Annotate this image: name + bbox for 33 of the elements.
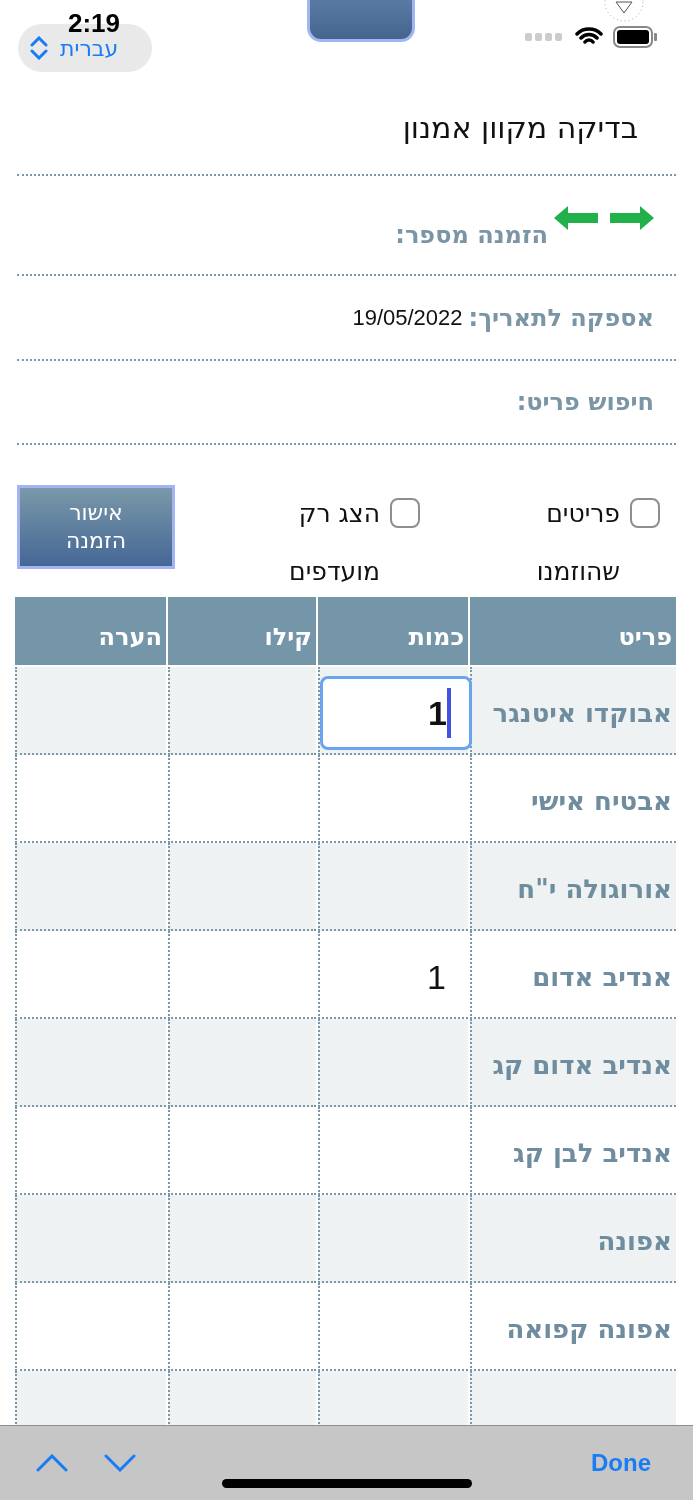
chevron-updown-icon xyxy=(30,36,48,60)
delivery-date-value: 19/05/2022 xyxy=(352,304,463,331)
column-header: הערה xyxy=(15,597,166,665)
chevron-up-icon xyxy=(36,1454,68,1472)
quantity-input[interactable]: 1 xyxy=(320,676,472,750)
item-cell: אנדיב אדום xyxy=(470,931,676,1019)
item-cell: אפונה קפואה xyxy=(470,1283,676,1371)
item-cell: אנדיב אדום קג xyxy=(470,1019,676,1107)
item-cell: אנדיב לבן קג xyxy=(470,1107,676,1195)
orders-button[interactable] xyxy=(307,0,415,42)
column-header: קילו xyxy=(168,597,316,665)
column-header: כמות xyxy=(318,597,468,665)
item-cell: אבוקדו איטנגר xyxy=(470,667,676,755)
filter-label: פריטים שהוזמנו xyxy=(535,498,620,588)
order-number-label: הזמנה מספר: xyxy=(395,221,548,249)
left-right-arrows-icon xyxy=(554,204,654,232)
checkbox[interactable] xyxy=(390,498,420,528)
column-header: פריט xyxy=(470,597,676,665)
checkbox[interactable] xyxy=(630,498,660,528)
chevron-down-icon xyxy=(104,1454,136,1472)
item-cell: אפונה xyxy=(470,1195,676,1283)
battery-icon xyxy=(613,26,657,48)
confirm-order-button[interactable]: אישור הזמנה xyxy=(17,485,175,569)
quantity-value: 1 xyxy=(427,957,447,997)
wifi-icon xyxy=(575,27,603,47)
diamond-logo-icon xyxy=(603,0,645,22)
delivery-date-label: אספקה לתאריך: xyxy=(468,303,654,332)
item-search-label: חיפוש פריט: xyxy=(516,388,654,416)
item-cell: אבטיח אישי xyxy=(470,755,676,843)
item-cell: אורוגולה י"ח xyxy=(470,843,676,931)
page-title: בדיקה מקוון אמנון xyxy=(401,109,639,147)
filter-label: הצג רק מועדפים xyxy=(288,498,380,588)
signal-icon xyxy=(525,33,565,41)
